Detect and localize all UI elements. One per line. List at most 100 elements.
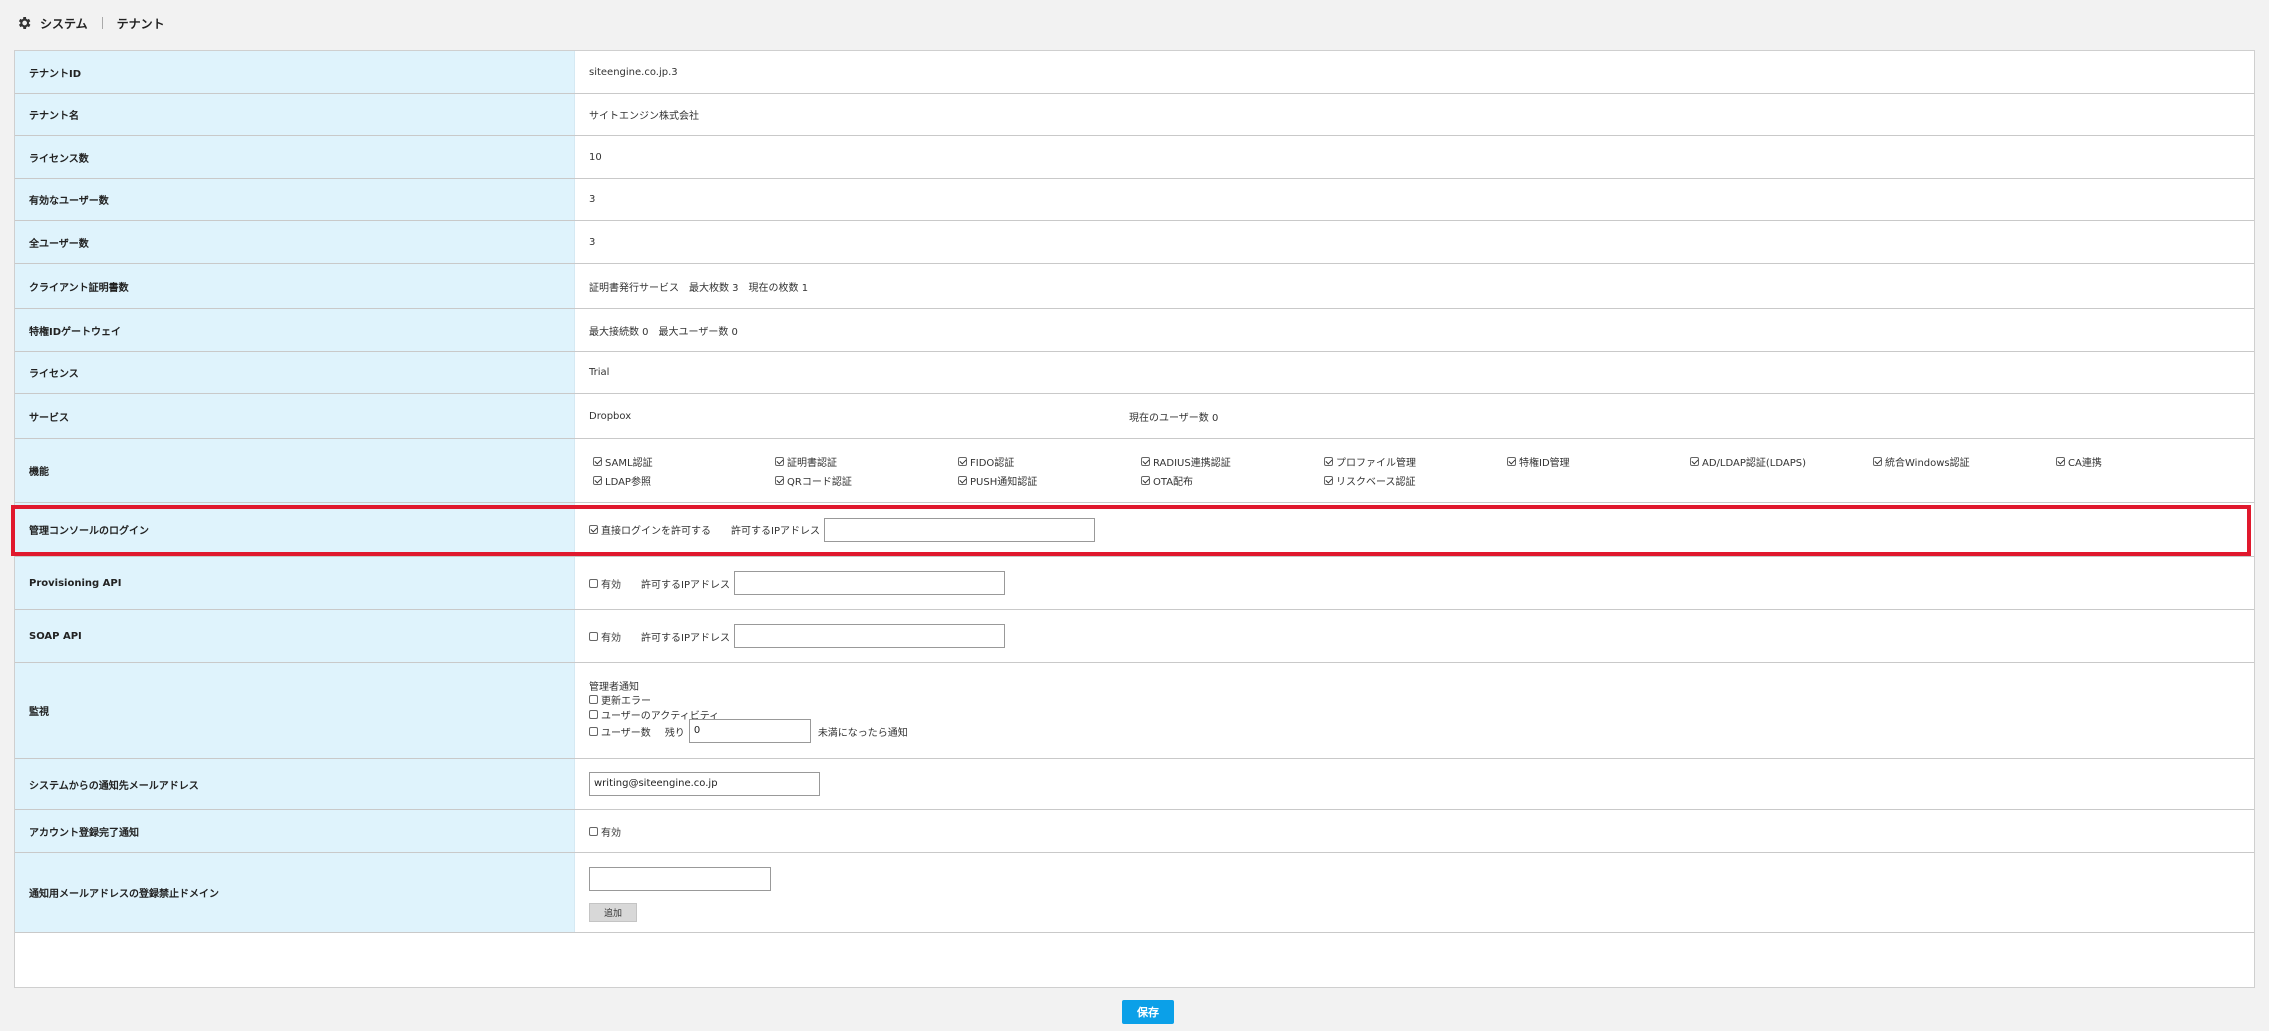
direct-login-checkbox[interactable] xyxy=(589,525,598,534)
feature-ca[interactable]: CA連携 xyxy=(2056,454,2102,469)
checkbox[interactable] xyxy=(1141,457,1150,466)
label-account-notice: アカウント登録完了通知 xyxy=(15,810,575,852)
user-count-checkbox[interactable] xyxy=(589,726,598,736)
feature-saml[interactable]: SAML認証 xyxy=(593,454,653,469)
row-all-users: 全ユーザー数 3 xyxy=(15,221,2254,264)
account-notice-checkbox[interactable] xyxy=(589,826,598,836)
row-account-notice: アカウント登録完了通知 有効 xyxy=(15,810,2254,853)
provisioning-ip-label: 許可するIPアドレス xyxy=(641,579,730,591)
label-soap-api: SOAP API xyxy=(15,610,575,662)
feature-risk[interactable]: リスクベース認証 xyxy=(1324,473,1416,488)
row-provisioning-api: Provisioning API 有効 許可するIPアドレス xyxy=(15,557,2254,610)
row-features: 機能 SAML認証 証明書認証 FIDO認証 RADIUS連携認証 プロファイル… xyxy=(15,439,2254,503)
row-id-gateway: 特権IDゲートウェイ 最大接続数 0 最大ユーザー数 0 xyxy=(15,309,2254,352)
notify-email-input[interactable]: writing@siteengine.co.jp xyxy=(589,772,820,796)
blocked-domain-input[interactable] xyxy=(589,867,771,891)
remaining-label: 残り xyxy=(664,727,685,739)
soap-enabled-label: 有効 xyxy=(601,632,621,644)
feature-ad-ldap[interactable]: AD/LDAP認証(LDAPS) xyxy=(1690,454,1806,469)
checkbox[interactable] xyxy=(1690,457,1699,466)
label-license-count: ライセンス数 xyxy=(15,136,575,178)
soap-ip-label: 許可するIPアドレス xyxy=(641,632,730,644)
label-all-users: 全ユーザー数 xyxy=(15,221,575,263)
row-notify-email: システムからの通知先メールアドレス writing@siteengine.co.… xyxy=(15,759,2254,810)
label-monitoring: 監視 xyxy=(15,663,575,758)
label-service: サービス xyxy=(15,394,575,438)
feature-radius[interactable]: RADIUS連携認証 xyxy=(1141,454,1231,469)
remaining-input[interactable]: 0 xyxy=(688,719,811,743)
checkbox[interactable] xyxy=(1141,476,1150,485)
tenant-settings-panel: テナントID siteengine.co.jp.3 テナント名 サイトエンジン株… xyxy=(14,50,2255,1024)
feature-fido[interactable]: FIDO認証 xyxy=(958,454,1014,469)
update-error-checkbox[interactable] xyxy=(589,695,598,704)
direct-login-label: 直接ログインを許可する xyxy=(601,526,711,537)
soap-ip-input[interactable] xyxy=(733,624,1005,648)
service-name: Dropbox xyxy=(589,410,632,422)
feature-push[interactable]: PUSH通知認証 xyxy=(958,473,1037,488)
checkbox[interactable] xyxy=(593,476,602,485)
gear-icon xyxy=(18,17,31,29)
breadcrumb: システム テナント xyxy=(16,12,165,34)
add-domain-button[interactable]: 追加 xyxy=(589,903,638,922)
label-id-gateway: 特権IDゲートウェイ xyxy=(15,309,575,351)
breadcrumb-tenant: テナント xyxy=(116,16,165,31)
checkbox[interactable] xyxy=(958,476,967,485)
row-license: ライセンス Trial xyxy=(15,352,2254,394)
value-id-gateway: 最大接続数 0 最大ユーザー数 0 xyxy=(589,326,738,338)
row-client-cert: クライアント証明書数 証明書発行サービス 最大枚数 3 現在の枚数 1 xyxy=(15,264,2254,309)
feature-profile[interactable]: プロファイル管理 xyxy=(1324,454,1416,469)
row-active-users: 有効なユーザー数 3 xyxy=(15,179,2254,221)
save-button[interactable]: 保存 xyxy=(1122,1000,1174,1024)
soap-enabled-checkbox[interactable] xyxy=(589,631,598,641)
checkbox[interactable] xyxy=(2056,457,2065,466)
feature-qr[interactable]: QRコード認証 xyxy=(775,473,852,488)
label-tenant-id: テナントID xyxy=(15,51,575,93)
label-notify-email: システムからの通知先メールアドレス xyxy=(15,759,575,809)
label-client-cert: クライアント証明書数 xyxy=(15,264,575,308)
label-provisioning-api: Provisioning API xyxy=(15,557,575,609)
provisioning-enabled-checkbox[interactable] xyxy=(589,578,598,588)
label-features: 機能 xyxy=(15,439,575,502)
user-count-label: ユーザー数 xyxy=(601,727,651,739)
update-error-label: 更新エラー xyxy=(601,696,651,707)
account-notice-enabled-label: 有効 xyxy=(601,827,621,839)
feature-ota[interactable]: OTA配布 xyxy=(1141,473,1193,488)
checkbox[interactable] xyxy=(775,457,784,466)
label-license: ライセンス xyxy=(15,352,575,393)
feature-privileged-id[interactable]: 特権ID管理 xyxy=(1507,454,1570,469)
row-tenant-id: テナントID siteengine.co.jp.3 xyxy=(15,51,2254,94)
checkbox[interactable] xyxy=(775,476,784,485)
value-client-cert: 証明書発行サービス 最大枚数 3 現在の枚数 1 xyxy=(589,282,809,294)
value-license: Trial xyxy=(589,367,610,378)
user-activity-checkbox[interactable] xyxy=(589,710,598,719)
row-console-login: 管理コンソールのログイン 直接ログインを許可する 許可するIPアドレス xyxy=(15,503,2254,557)
feature-windows[interactable]: 統合Windows認証 xyxy=(1873,454,1970,469)
checkbox[interactable] xyxy=(1324,457,1333,466)
console-ip-label: 許可するIPアドレス xyxy=(731,526,820,537)
breadcrumb-system[interactable]: システム xyxy=(40,15,88,32)
row-tenant-name: テナント名 サイトエンジン株式会社 xyxy=(15,94,2254,136)
checkbox[interactable] xyxy=(1507,457,1516,466)
label-console-login: 管理コンソールのログイン xyxy=(15,503,575,556)
console-ip-input[interactable] xyxy=(823,517,1095,542)
label-active-users: 有効なユーザー数 xyxy=(15,179,575,220)
checkbox[interactable] xyxy=(593,457,602,466)
checkbox[interactable] xyxy=(1324,476,1333,485)
value-all-users: 3 xyxy=(589,236,596,248)
provisioning-enabled-label: 有効 xyxy=(601,579,621,591)
row-soap-api: SOAP API 有効 許可するIPアドレス xyxy=(15,610,2254,663)
checkbox[interactable] xyxy=(958,457,967,466)
value-license-count: 10 xyxy=(589,151,602,163)
label-blocked-domain: 通知用メールアドレスの登録禁止ドメイン xyxy=(15,853,575,932)
service-current-users: 現在のユーザー数 0 xyxy=(1129,412,1219,424)
breadcrumb-separator xyxy=(101,17,103,29)
row-monitoring: 監視 管理者通知 更新エラー ユーザーのアクティビティ ユーザー数 残り 0 未… xyxy=(15,663,2254,759)
feature-cert[interactable]: 証明書認証 xyxy=(775,454,837,469)
value-tenant-name: サイトエンジン株式会社 xyxy=(589,111,699,122)
checkbox[interactable] xyxy=(1873,457,1882,466)
value-tenant-id: siteengine.co.jp.3 xyxy=(589,66,678,78)
label-tenant-name: テナント名 xyxy=(15,94,575,135)
admin-notice-label: 管理者通知 xyxy=(589,682,639,693)
feature-ldap-ref[interactable]: LDAP参照 xyxy=(593,473,651,488)
provisioning-ip-input[interactable] xyxy=(733,571,1005,595)
